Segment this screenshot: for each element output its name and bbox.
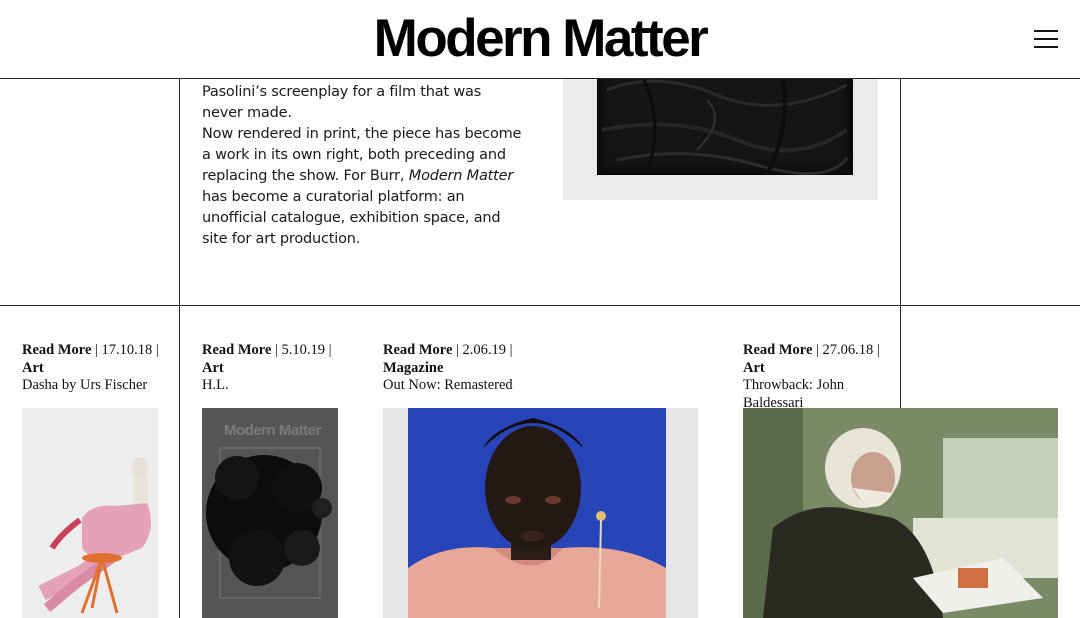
menu-bar <box>1034 30 1058 32</box>
article-text: has become a curatorial platform: an uno… <box>202 189 501 247</box>
article-emphasis: Modern Matter <box>408 168 514 184</box>
portrait-image <box>383 408 698 618</box>
card-thumbnail[interactable]: Modern Matter <box>202 408 338 618</box>
menu-bar <box>1034 46 1058 48</box>
card-title[interactable]: H.L. <box>202 377 362 395</box>
card-meta: Read More | 17.10.18 | Art Dasha by Urs … <box>22 342 182 395</box>
site-header: Modern Matter <box>0 0 1080 79</box>
read-more-link[interactable]: Read More <box>383 342 452 358</box>
menu-bar <box>1034 38 1058 40</box>
baldessari-photo <box>743 408 1058 618</box>
card-title[interactable]: Throwback: John Baldessari <box>743 377 873 412</box>
article-body: happened, irrevocably intertwined with P… <box>202 61 522 250</box>
card-category[interactable]: Art <box>743 360 903 378</box>
card-title[interactable]: Dasha by Urs Fischer <box>22 377 182 395</box>
card-meta: Read More | 5.10.19 | Art H.L. <box>202 342 362 395</box>
article-paragraph: Now rendered in print, the piece has bec… <box>202 124 522 250</box>
read-more-link[interactable]: Read More <box>743 342 812 358</box>
read-more-link[interactable]: Read More <box>202 342 271 358</box>
card-date: | 5.10.19 | <box>275 342 332 358</box>
artwork-image <box>563 60 878 200</box>
card-date: | 17.10.18 | <box>95 342 159 358</box>
card-title[interactable]: Out Now: Remastered <box>383 377 543 395</box>
card-date: | 2.06.19 | <box>456 342 513 358</box>
card-category[interactable]: Art <box>202 360 362 378</box>
card-thumbnail[interactable] <box>22 408 158 618</box>
sculpture-image <box>22 408 158 618</box>
site-logo[interactable]: Modern Matter <box>0 9 1080 69</box>
grid-line <box>0 305 1080 306</box>
card-thumbnail[interactable] <box>383 408 698 618</box>
card-date: | 27.06.18 | <box>816 342 880 358</box>
card-meta: Read More | 27.06.18 | Art Throwback: Jo… <box>743 342 903 412</box>
magazine-cover-image <box>206 447 332 599</box>
hamburger-menu-icon[interactable] <box>1034 29 1060 49</box>
card-meta: Read More | 2.06.19 | Magazine Out Now: … <box>383 342 543 395</box>
read-more-link[interactable]: Read More <box>22 342 91 358</box>
card-category[interactable]: Art <box>22 360 182 378</box>
card-thumbnail[interactable] <box>743 408 1058 618</box>
card-category[interactable]: Magazine <box>383 360 543 378</box>
